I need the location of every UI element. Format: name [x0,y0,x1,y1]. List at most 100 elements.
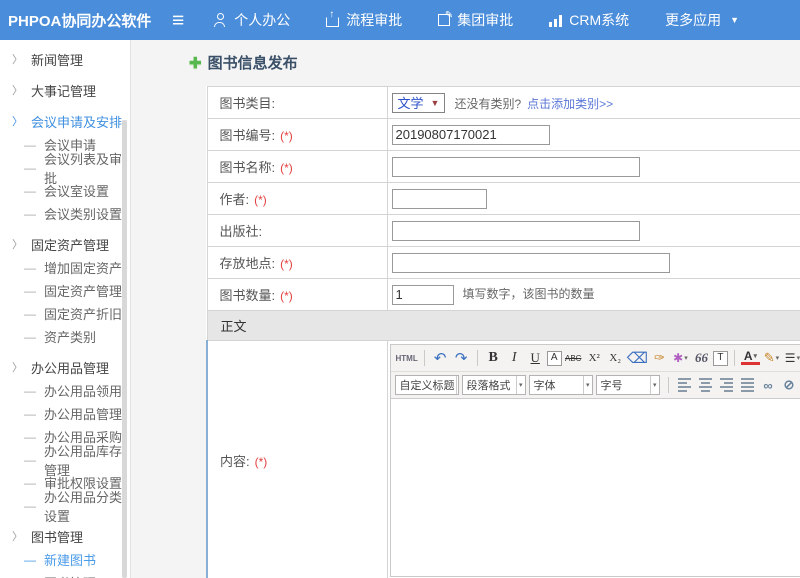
author-input[interactable] [392,189,487,209]
remove-format-button[interactable]: ⌫ [627,348,648,368]
chevron-right-icon: 〉 [12,359,23,375]
blockquote-button[interactable]: 66 [692,348,711,368]
sidebar-group-1[interactable]: 〉大事记管理 [0,78,130,102]
sidebar-item[interactable]: —资产类别 [0,325,130,348]
remove-link-button[interactable]: ⊘ [780,375,799,395]
section-header-row: 正文 [207,311,800,341]
caret-down-icon: ▾ [456,376,459,394]
sidebar-group-5[interactable]: 〉图书管理 [0,524,130,548]
sidebar-group-4[interactable]: 〉办公用品管理 [0,355,130,379]
sidebar-item-label: 办公用品分类设置 [44,487,130,525]
nav-item-personal-office[interactable]: 个人办公 [214,10,290,30]
sidebar-group-3[interactable]: 〉固定资产管理 [0,232,130,256]
select-value: 段落格式 [467,377,511,393]
book-code-input[interactable] [392,125,550,145]
dash-icon: — [24,499,36,513]
custom-title-select[interactable]: 自定义标题▾ [395,375,459,395]
sidebar-item[interactable]: —固定资产管理 [0,279,130,302]
required-mark: (*) [280,257,293,271]
book-name-input[interactable] [392,157,640,177]
align-right-button[interactable] [720,378,733,392]
dash-icon: — [24,553,36,567]
author-cell [387,183,800,215]
sidebar-group-2[interactable]: 〉会议申请及安排 [0,109,130,133]
select-value: 字体 [534,377,556,393]
caret-down-icon: ▾ [516,376,523,394]
caret-down-icon: ▼ [431,98,440,108]
bold-button[interactable]: B [484,348,503,368]
italic-button[interactable]: I [505,348,524,368]
sidebar-item[interactable]: —会议类别设置 [0,202,130,225]
font-color-button[interactable]: A▾ [741,351,760,365]
paste-plain-text-button[interactable]: T [713,351,728,366]
author-label: 作者:(*) [207,183,387,215]
style-menu-button[interactable]: ✱▾ [671,348,690,368]
book-code-cell [387,119,800,151]
editor-toolbar-row2: 自定义标题▾ 段落格式 ▾ 字体 ▾ 字号▾ ∞⊘ [391,372,800,398]
field-label-text: 内容: [220,454,250,469]
nav-item-more-apps[interactable]: 更多应用▼ [665,10,739,30]
highlight-pen-button[interactable]: ✎▾ [762,348,781,368]
book-category-select[interactable]: 文学▼ [392,93,446,113]
editor-content-area[interactable] [391,398,800,576]
nav-item-label: CRM系统 [569,10,629,30]
undo-button[interactable]: ↶ [431,348,450,368]
align-center-button[interactable] [699,378,712,392]
storage-location-input[interactable] [392,253,670,273]
publisher-input[interactable] [392,221,640,241]
sidebar-group-label: 会议申请及安排 [31,112,122,131]
sidebar-item[interactable]: —新建图书 [0,548,130,571]
sidebar-item[interactable]: —固定资产折旧 [0,302,130,325]
underline-button[interactable]: U [526,348,545,368]
nav-item-crm-system[interactable]: CRM系统 [549,10,629,30]
brand-logo[interactable]: PHPOA协同办公软件 [0,10,172,31]
dash-icon: — [24,407,36,421]
sidebar-scrollbar[interactable] [122,120,127,578]
form-row: 图书名称:(*) [207,151,800,183]
sidebar-item-label: 图书管理 [44,573,96,578]
field-label-text: 图书名称: [220,160,276,175]
caret-down-icon: ▾ [583,376,590,394]
strikethrough-button[interactable]: ABC [564,348,583,368]
sidebar-item[interactable]: —图书管理 [0,571,130,578]
sidebar-item-label: 会议室设置 [44,181,109,200]
book-quantity-input[interactable] [392,285,454,305]
paragraph-format-select[interactable]: 段落格式 ▾ [462,375,526,395]
font-family-select[interactable]: 字体 ▾ [529,375,593,395]
ordered-list-button[interactable]: ☰▾ [783,348,800,368]
sidebar-item[interactable]: —办公用品库存管理 [0,448,130,471]
book-category-label: 图书类目: [207,87,387,119]
superscript-button[interactable]: X² [585,348,604,368]
sidebar-item[interactable]: —办公用品管理 [0,402,130,425]
redo-button[interactable]: ↷ [452,348,471,368]
sidebar-item-label: 会议类别设置 [44,204,122,223]
format-brush-button[interactable]: ✑ [650,348,669,368]
align-justify-button[interactable] [741,378,754,392]
insert-link-button[interactable]: ∞ [759,375,778,395]
field-label-text: 图书类目: [220,96,276,111]
sidebar-item[interactable]: —办公用品领用 [0,379,130,402]
nav-item-workflow-approval[interactable]: 流程审批 [326,10,402,30]
chevron-right-icon: 〉 [12,528,23,544]
sidebar-item-label: 办公用品领用 [44,381,122,400]
editor-cell: HTML↶↷BIUAABCX²X₂⌫✑✱▾66TA▾✎▾☰▾☰▾自定义标题▾段落… [387,341,800,578]
align-left-button[interactable] [678,378,691,392]
dash-icon: — [24,184,36,198]
menu-toggle-icon[interactable]: ≡ [172,10,184,31]
nav-item-group-approval[interactable]: 集团审批 [438,10,513,30]
form-row: 作者:(*) [207,183,800,215]
font-size-select[interactable]: 字号▾ [596,375,660,395]
subscript-button[interactable]: X₂ [606,348,625,368]
add-category-link[interactable]: 点击添加类别>> [527,97,613,111]
html-source-button[interactable]: HTML [396,348,418,368]
required-mark: (*) [280,129,293,143]
nav-item-label: 流程审批 [346,10,402,30]
publisher-cell [387,215,800,247]
sidebar-item[interactable]: —会议列表及审批 [0,156,130,179]
storage-location-label: 存放地点:(*) [207,247,387,279]
sidebar-item[interactable]: —办公用品分类设置 [0,494,130,517]
font-background-button[interactable]: A [547,351,562,366]
sidebar-group-0[interactable]: 〉新闻管理 [0,47,130,71]
sidebar-item[interactable]: —增加固定资产 [0,256,130,279]
toolbar-separator [734,350,735,366]
